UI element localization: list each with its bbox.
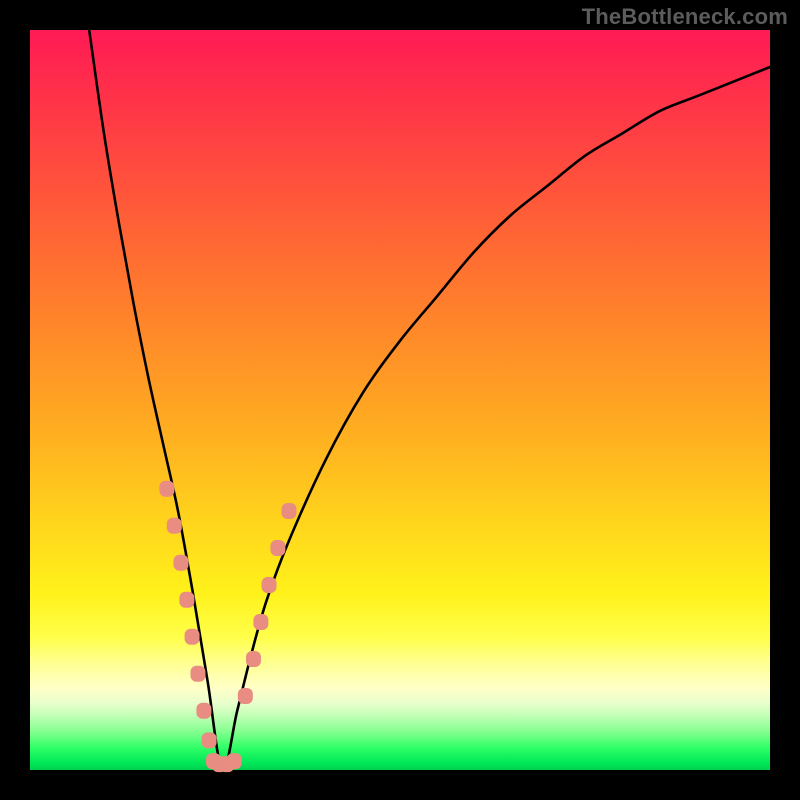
bottleneck-curve-line	[89, 30, 770, 770]
chart-frame: TheBottleneck.com	[0, 0, 800, 800]
data-marker	[159, 481, 174, 497]
data-marker	[262, 577, 277, 593]
chart-svg	[30, 30, 770, 770]
plot-area	[30, 30, 770, 770]
data-marker	[270, 540, 285, 556]
data-marker	[227, 753, 242, 769]
data-marker	[196, 703, 211, 719]
watermark-text: TheBottleneck.com	[582, 4, 788, 30]
data-marker	[282, 503, 297, 519]
data-marker	[246, 651, 261, 667]
data-marker	[173, 555, 188, 571]
data-markers	[159, 481, 296, 772]
data-marker	[179, 592, 194, 608]
data-marker	[253, 614, 268, 630]
data-marker	[190, 666, 205, 682]
data-marker	[185, 629, 200, 645]
data-marker	[238, 688, 253, 704]
data-marker	[167, 518, 182, 534]
data-marker	[202, 732, 217, 748]
